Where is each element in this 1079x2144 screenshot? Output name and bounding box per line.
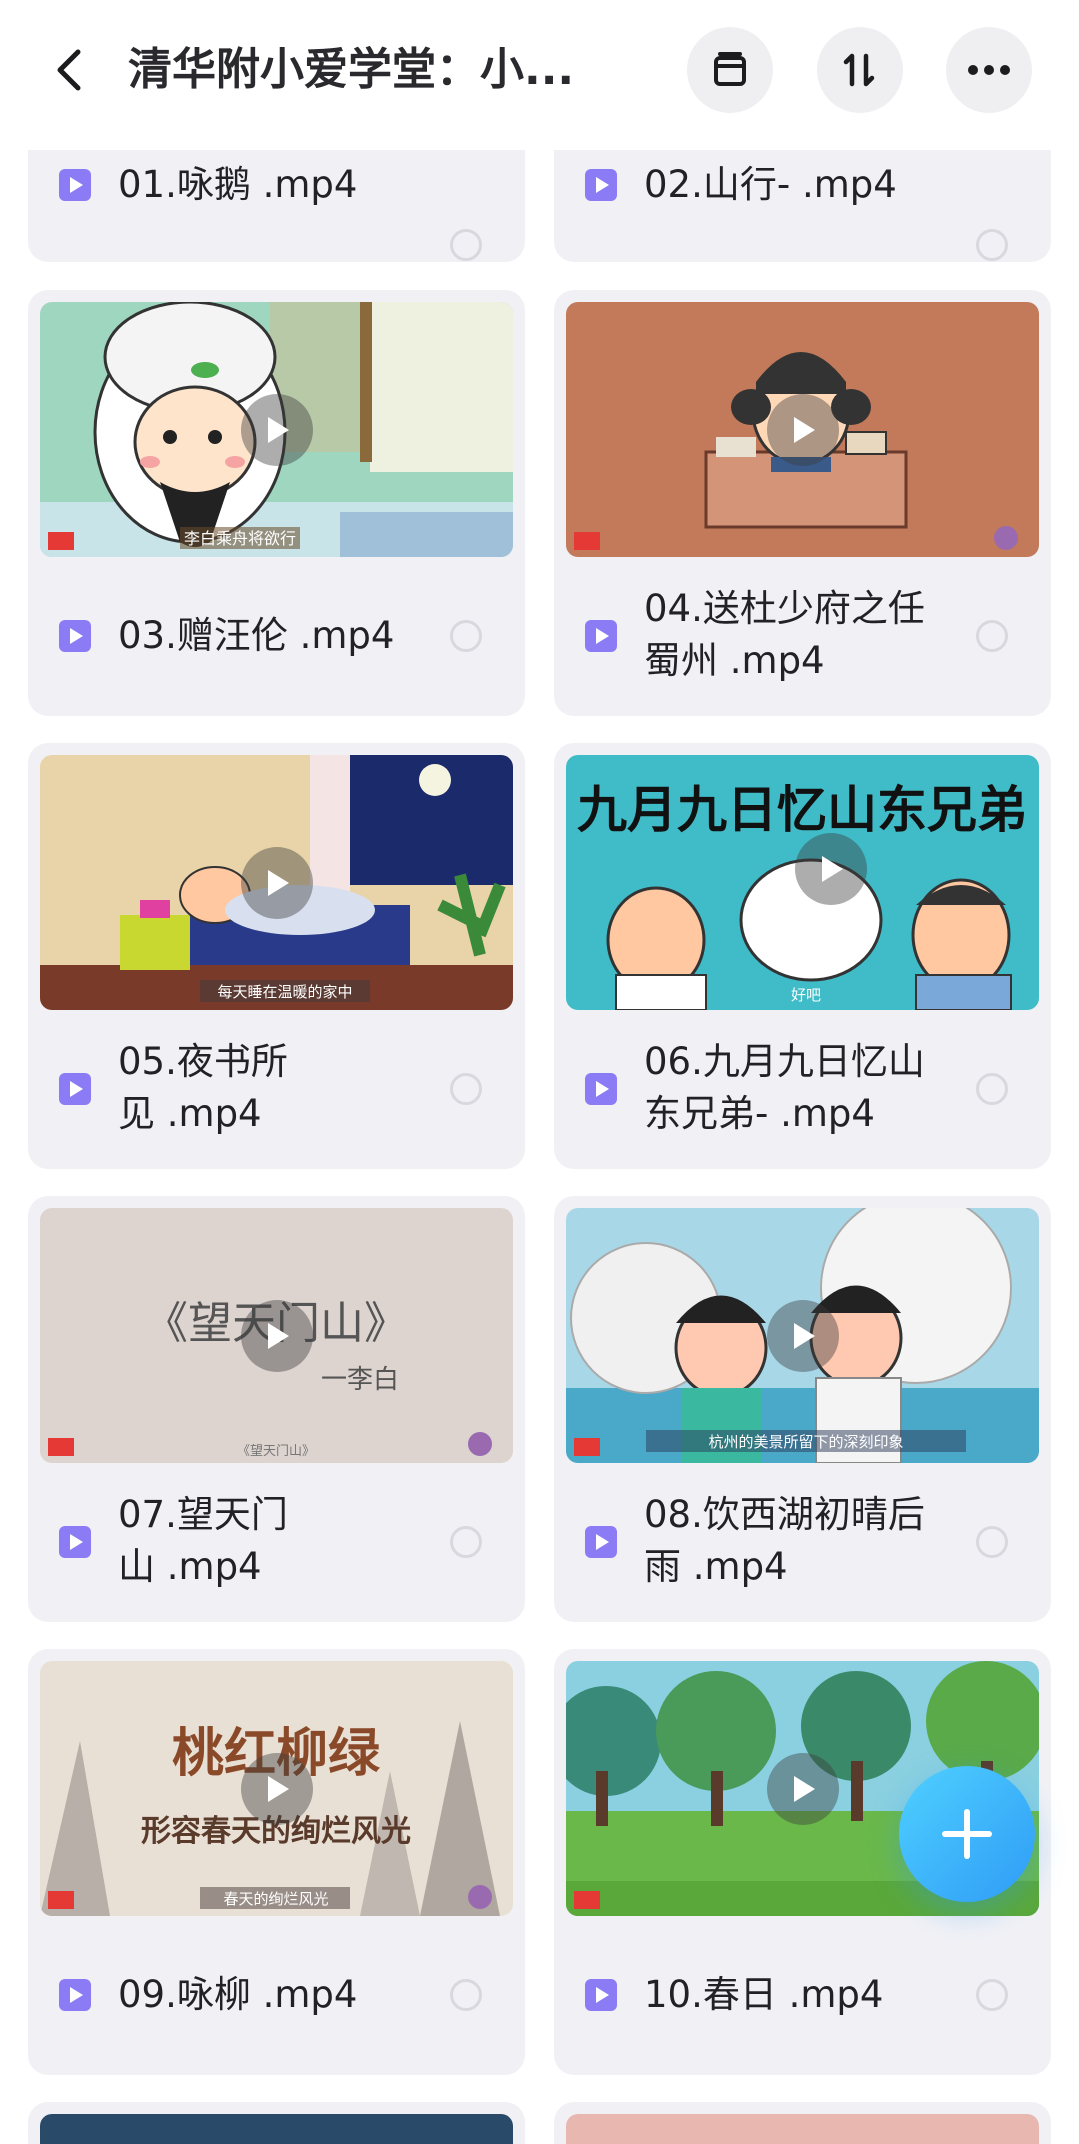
file-name: 07.望天门 山 .mp4 (118, 1489, 448, 1593)
video-file-icon (585, 1073, 617, 1105)
play-icon (793, 416, 815, 443)
play-button[interactable] (794, 832, 867, 905)
video-file-icon (59, 620, 91, 652)
more-icon (968, 65, 1010, 75)
file-name: 02.山行- .mp4 (644, 163, 897, 206)
play-icon (267, 869, 289, 896)
video-thumbnail: 每天睡在温暖的家中 (40, 755, 513, 1010)
file-name: 08.饮西湖初晴后 雨 .mp4 (644, 1489, 974, 1593)
select-radio[interactable] (976, 1526, 1008, 1558)
video-thumbnail (40, 2114, 513, 2144)
file-card[interactable]: 李白乘舟将欲行 03.赠汪伦 .mp4 (28, 290, 525, 716)
select-radio[interactable] (450, 620, 482, 652)
page-title: 清华附小爱学堂：小... (128, 44, 575, 95)
select-radio[interactable] (450, 1526, 482, 1558)
file-name: 03.赠汪伦 .mp4 (118, 614, 395, 657)
file-card[interactable]: 杭州的美景所留下的深刻印象 08.饮西湖初晴后 雨 .mp4 (554, 1196, 1051, 1622)
file-name: 04.送杜少府之任 蜀州 .mp4 (644, 583, 974, 687)
archive-icon (714, 52, 746, 86)
file-name-line: 04.送杜少府之任 (644, 587, 925, 630)
add-button[interactable] (899, 1766, 1035, 1902)
file-name-line: 07.望天门 (118, 1493, 288, 1536)
thumbnail-caption: 春天的绚烂风光 (223, 1890, 328, 1908)
select-radio[interactable] (976, 229, 1008, 261)
thumbnail-caption: 《望天门山》 (237, 1443, 315, 1459)
sort-icon (843, 53, 875, 87)
file-name-line: 05.夜书所 (118, 1040, 288, 1083)
play-button[interactable] (240, 846, 313, 919)
play-button[interactable] (240, 1752, 313, 1825)
select-radio[interactable] (976, 1073, 1008, 1105)
chevron-left-icon (57, 49, 81, 91)
thumbnail-caption: 好吧 (791, 986, 821, 1004)
thumbnail-caption: 李白乘舟将欲行 (184, 529, 296, 548)
more-button[interactable] (946, 27, 1032, 113)
file-card[interactable]: 九月九日忆山东兄弟 好吧 06.九月九日忆山 东兄弟- .mp4 (554, 743, 1051, 1169)
plus-icon (942, 1809, 992, 1859)
file-name-line: 雨 .mp4 (644, 1545, 788, 1588)
select-radio[interactable] (976, 1979, 1008, 2011)
video-thumbnail: 《望天门山》 一李白 《望天门山》 (40, 1208, 513, 1463)
file-name: 06.九月九日忆山 东兄弟- .mp4 (644, 1036, 974, 1140)
file-name-line: 山 .mp4 (118, 1545, 262, 1588)
file-card[interactable] (28, 2102, 525, 2144)
select-radio[interactable] (450, 1979, 482, 2011)
thumbnail-title: 九月九日忆山东兄弟 (577, 781, 1027, 839)
thumbnail-author: 一李白 (321, 1365, 399, 1395)
video-thumbnail (566, 302, 1039, 557)
file-card[interactable]: 《望天门山》 一李白 《望天门山》 07.望天门 山 .mp4 (28, 1196, 525, 1622)
thumbnail-caption: 每天睡在温暖的家中 (217, 983, 352, 1001)
thumbnail-caption: 杭州的美景所留下的深刻印象 (708, 1433, 903, 1451)
video-file-icon (585, 169, 617, 201)
play-button[interactable] (240, 393, 313, 466)
sort-button[interactable] (817, 27, 903, 113)
play-button[interactable] (766, 1752, 839, 1825)
file-name-line: 06.九月九日忆山 (644, 1040, 925, 1083)
play-icon (267, 1775, 289, 1802)
file-card[interactable]: 桃红柳绿 形容春天的绚烂风光 春天的绚烂风光 09.咏柳 .mp4 (28, 1649, 525, 2075)
play-icon (793, 1322, 815, 1349)
video-thumbnail: 李白乘舟将欲行 (40, 302, 513, 557)
video-thumbnail: 杭州的美景所留下的深刻印象 (566, 1208, 1039, 1463)
play-button[interactable] (766, 393, 839, 466)
file-card[interactable] (554, 2102, 1051, 2144)
file-name: 05.夜书所 见 .mp4 (118, 1036, 448, 1140)
file-card[interactable]: 04.送杜少府之任 蜀州 .mp4 (554, 290, 1051, 716)
select-radio[interactable] (976, 620, 1008, 652)
video-file-icon (59, 1526, 91, 1558)
play-button[interactable] (240, 1299, 313, 1372)
select-radio[interactable] (450, 229, 482, 261)
select-radio[interactable] (450, 1073, 482, 1105)
file-name: 09.咏柳 .mp4 (118, 1973, 358, 2016)
video-thumbnail: 桃红柳绿 形容春天的绚烂风光 春天的绚烂风光 (40, 1661, 513, 1916)
video-thumbnail (566, 2114, 1039, 2144)
play-button[interactable] (766, 1299, 839, 1372)
play-icon (267, 416, 289, 443)
file-name-line: 08.饮西湖初晴后 (644, 1493, 925, 1536)
video-file-icon (59, 169, 91, 201)
file-name-line: 见 .mp4 (118, 1092, 262, 1135)
play-icon (793, 1775, 815, 1802)
video-thumbnail: 九月九日忆山东兄弟 好吧 (566, 755, 1039, 1010)
file-name: 01.咏鹅 .mp4 (118, 163, 358, 206)
video-file-icon (585, 620, 617, 652)
play-icon (821, 855, 843, 882)
play-icon (267, 1322, 289, 1349)
video-file-icon (59, 1979, 91, 2011)
video-file-icon (59, 1073, 91, 1105)
top-bar: 清华附小爱学堂：小... (0, 0, 1079, 150)
back-button[interactable] (40, 40, 100, 100)
archive-button[interactable] (687, 27, 773, 113)
file-name-line: 蜀州 .mp4 (644, 639, 825, 682)
file-name: 10.春日 .mp4 (644, 1973, 884, 2016)
video-file-icon (585, 1526, 617, 1558)
video-file-icon (585, 1979, 617, 2011)
file-card[interactable]: 每天睡在温暖的家中 05.夜书所 见 .mp4 (28, 743, 525, 1169)
file-name-line: 东兄弟- .mp4 (644, 1092, 875, 1135)
